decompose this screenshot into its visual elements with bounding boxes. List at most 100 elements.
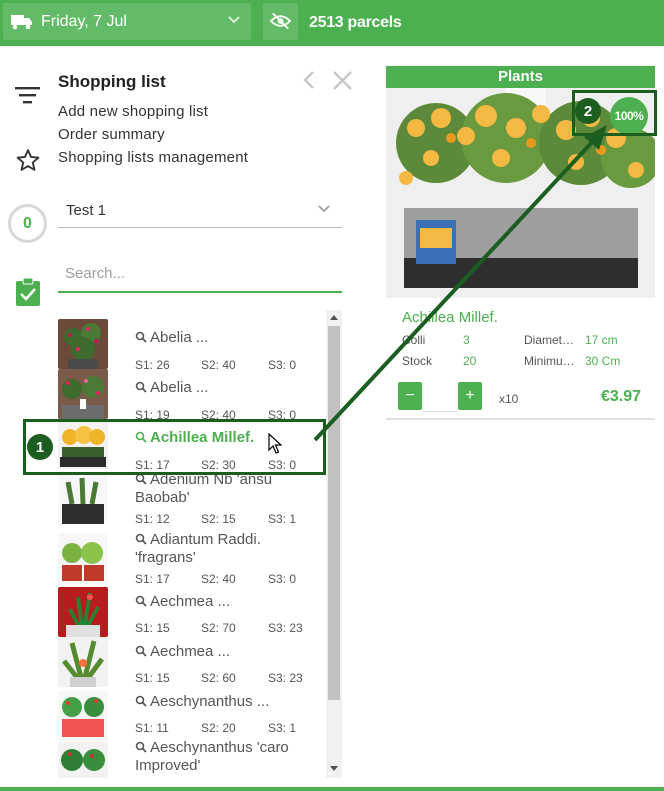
order-summary-link[interactable]: Order summary	[58, 126, 165, 143]
shopping-lists-management-link[interactable]: Shopping lists management	[58, 149, 248, 166]
list-item[interactable]: Aeschynanthus ... S1: 11 S2: 20 S3: 1	[0, 687, 326, 741]
delivery-date-select[interactable]: Friday, 7 Jul	[3, 3, 251, 40]
stock-s2: S2: 60	[201, 671, 236, 685]
chevron-down-icon	[318, 205, 330, 213]
product-price: €3.97	[601, 388, 642, 405]
list-item[interactable]: Abelia ... S1: 19 S2: 40 S3: 0	[0, 369, 326, 422]
stock-s1: S1: 15	[135, 671, 170, 685]
card-product-name[interactable]: Achillea Millef.	[402, 309, 498, 326]
chevron-down-icon	[228, 16, 240, 24]
stock-s3: S3: 0	[268, 572, 297, 586]
product-name-text: Abelia ...	[150, 329, 209, 346]
product-name[interactable]: Abelia ...	[135, 379, 305, 397]
product-name-text: Aechmea ...	[150, 643, 231, 660]
list-item[interactable]: Aechmea ... S1: 15 S2: 70 S3: 23	[0, 587, 326, 637]
product-name-text: Aechmea ...	[150, 593, 231, 610]
search-icon	[135, 741, 147, 753]
product-name[interactable]: Adenium Nb 'ansu Baobab'	[135, 471, 295, 507]
list-item[interactable]: Aeschynanthus 'caro Improved'	[0, 737, 326, 778]
add-shopping-list-link[interactable]: Add new shopping list	[58, 103, 208, 120]
list-item[interactable]: Aechmea ... S1: 15 S2: 60 S3: 23	[0, 637, 326, 687]
increase-quantity-button[interactable]: +	[458, 382, 482, 410]
diameter-label: Diamet…	[524, 333, 575, 347]
list-item[interactable]: Abelia ... S1: 26 S2: 40 S3: 0	[0, 319, 326, 372]
colli-value: 3	[463, 333, 470, 347]
product-name[interactable]: Aechmea ...	[135, 593, 305, 611]
shopping-list-title: Shopping list	[58, 72, 166, 91]
diameter-value: 17 cm	[585, 333, 618, 347]
shopping-list-select[interactable]: Test 1	[58, 192, 342, 228]
close-icon[interactable]	[332, 70, 353, 91]
delivery-date-label: Friday, 7 Jul	[41, 13, 127, 30]
annotation-highlight-1	[23, 419, 326, 475]
card-category-header: Plants	[386, 66, 655, 88]
product-name[interactable]: Adiantum Raddi. 'fragrans'	[135, 531, 295, 567]
search-icon	[135, 381, 147, 393]
eye-off-icon	[270, 12, 291, 30]
stock-s3: S3: 1	[268, 512, 297, 526]
product-thumbnail	[58, 319, 108, 369]
list-item[interactable]: Adenium Nb 'ansu Baobab' S1: 12 S2: 15 S…	[0, 469, 326, 526]
search-icon	[135, 645, 147, 657]
annotation-step-2: 2	[575, 98, 601, 124]
top-bar: Friday, 7 Jul 2513 parcels	[0, 0, 664, 46]
shopping-list-select-value: Test 1	[66, 202, 107, 219]
stock-s2: S2: 40	[201, 572, 236, 586]
stock-s1: S1: 11	[135, 721, 169, 735]
decrease-quantity-button[interactable]: −	[398, 382, 422, 410]
search-icon	[135, 533, 147, 545]
product-thumbnail	[58, 691, 108, 741]
product-name-text: Adenium Nb 'ansu Baobab'	[135, 471, 273, 506]
product-name[interactable]: Aeschynanthus 'caro Improved'	[135, 739, 310, 775]
quantity-input[interactable]	[422, 382, 458, 412]
stock-s2: S2: 15	[201, 512, 236, 526]
search-icon	[135, 331, 147, 343]
scroll-down-arrow-icon[interactable]	[330, 766, 338, 771]
product-thumbnail	[58, 587, 108, 637]
product-thumbnail	[58, 474, 108, 524]
product-name[interactable]: Abelia ...	[135, 329, 305, 347]
parcel-count: 2513 parcels	[309, 14, 402, 31]
truck-icon	[11, 15, 32, 30]
product-search-field[interactable]	[58, 256, 342, 293]
list-item[interactable]: Adiantum Raddi. 'fragrans' S1: 17 S2: 40…	[0, 529, 326, 586]
filter-list-icon[interactable]	[15, 86, 40, 104]
product-name-text: Adiantum Raddi. 'fragrans'	[135, 531, 261, 566]
stock-s1: S1: 12	[135, 512, 170, 526]
search-icon	[135, 595, 147, 607]
pack-multiplier: x10	[499, 392, 519, 406]
chevron-left-icon[interactable]	[303, 71, 315, 89]
stock-s1: S1: 15	[135, 621, 170, 635]
stock-value: 20	[463, 354, 477, 368]
item-count-badge: 0	[8, 204, 47, 243]
product-name-text: Aeschynanthus 'caro Improved'	[135, 739, 289, 774]
scrollbar-thumb[interactable]	[328, 326, 340, 700]
product-list[interactable]: Abelia ... S1: 26 S2: 40 S3: 0 Abelia ..…	[0, 312, 326, 778]
toggle-visibility-button[interactable]	[263, 3, 298, 40]
scroll-up-arrow-icon[interactable]	[330, 315, 338, 320]
product-thumbnail	[58, 637, 108, 687]
product-thumbnail	[58, 369, 108, 419]
minimum-value: 30 Cm	[585, 354, 621, 368]
product-thumbnail	[58, 742, 108, 778]
clipboard-check-icon[interactable]	[16, 278, 40, 306]
stock-s3: S3: 23	[268, 671, 303, 685]
product-thumbnail	[58, 533, 108, 583]
stock-s2: S2: 70	[201, 621, 236, 635]
product-name[interactable]: Aechmea ...	[135, 643, 305, 661]
product-name-text: Aeschynanthus ...	[150, 693, 270, 710]
product-name[interactable]: Aeschynanthus ...	[135, 693, 305, 711]
search-icon	[135, 695, 147, 707]
bottom-accent-bar	[0, 787, 664, 791]
stock-s1: S1: 17	[135, 572, 170, 586]
stock-s3: S3: 1	[268, 721, 297, 735]
colli-label: Colli	[402, 333, 426, 347]
stock-label: Stock	[402, 354, 433, 368]
product-name-text: Abelia ...	[150, 379, 209, 396]
minimum-label: Minimu…	[524, 354, 575, 368]
stock-s2: S2: 20	[201, 721, 236, 735]
search-input[interactable]	[58, 256, 342, 291]
stock-s3: S3: 23	[268, 621, 303, 635]
annotation-step-1: 1	[27, 434, 53, 460]
star-icon[interactable]	[15, 148, 41, 173]
